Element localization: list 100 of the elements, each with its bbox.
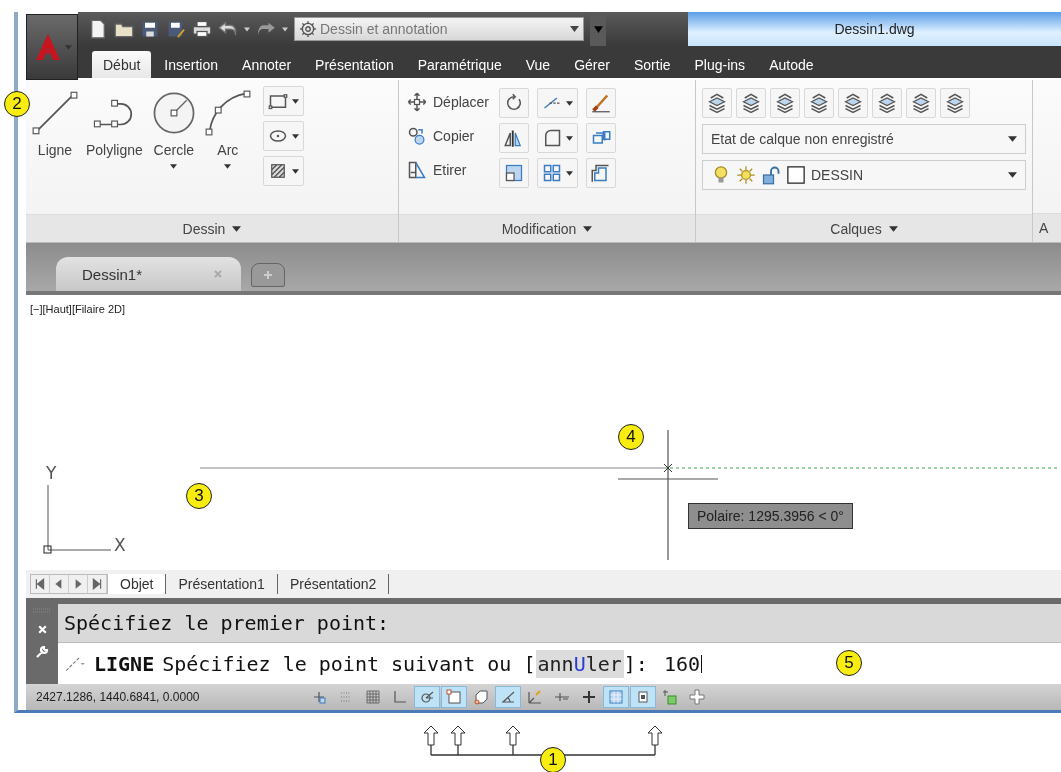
ribbon-tab[interactable]: Présentation — [304, 51, 405, 78]
grid-split-button[interactable] — [537, 158, 579, 188]
ribbon-button[interactable]: Polyligne — [84, 86, 145, 214]
caret-icon — [170, 164, 178, 169]
rotate-button[interactable] — [499, 88, 530, 118]
color-swatch-icon — [786, 165, 806, 185]
window-title: Dessin1.dwg — [834, 21, 915, 37]
caret-icon — [566, 100, 574, 106]
coordinates-readout[interactable]: 2427.1286, 1440.6841, 0.0000 — [26, 690, 306, 704]
status-toggle[interactable] — [414, 686, 440, 708]
layers-button[interactable] — [838, 88, 868, 118]
ucs-axes-drawing — [43, 484, 112, 554]
ribbon-tab[interactable]: Insertion — [153, 51, 230, 78]
caret-icon — [566, 170, 574, 176]
printer-icon[interactable] — [192, 19, 212, 39]
sun-icon — [736, 165, 756, 185]
offset-icon — [591, 163, 612, 183]
application-menu-button[interactable] — [26, 14, 78, 80]
layer-state-dropdown[interactable]: Etat de calque non enregistré — [702, 124, 1026, 154]
save-as-icon[interactable] — [166, 19, 186, 39]
offset-button[interactable] — [586, 158, 617, 188]
layout-tab[interactable]: Objet — [108, 574, 167, 594]
layers-icon — [843, 93, 863, 113]
scale-button[interactable] — [499, 158, 530, 188]
ribbon-button[interactable]: Cercle — [148, 86, 199, 214]
caret-icon — [64, 44, 72, 50]
ribbon-tab[interactable]: Gérer — [563, 51, 621, 78]
panel-title[interactable]: Modification — [399, 214, 695, 242]
ribbon-tab[interactable]: Paramétrique — [406, 51, 513, 78]
panel-title[interactable]: A — [1033, 213, 1061, 242]
fillet-icon — [542, 128, 563, 148]
command-prompt: ]: — [623, 651, 648, 676]
hatch-split-button[interactable] — [262, 156, 304, 186]
status-toggle[interactable] — [441, 686, 467, 708]
command-option[interactable]: annUler — [535, 649, 624, 678]
layers-icon — [877, 93, 897, 113]
new-tab-button[interactable] — [251, 263, 285, 287]
ribbon-tab[interactable]: Plug-ins — [683, 51, 757, 78]
mirror-button[interactable] — [499, 123, 530, 153]
arc-icon — [204, 90, 251, 136]
document-tab[interactable]: Dessin1* — [56, 257, 241, 291]
grid-lines-icon — [365, 689, 381, 705]
panel-title[interactable]: Dessin — [26, 214, 398, 242]
command-name: LIGNE — [94, 651, 155, 676]
layers-icon — [775, 93, 795, 113]
caret-icon[interactable] — [282, 26, 288, 32]
caret-icon — [1008, 136, 1017, 142]
status-toggle[interactable] — [603, 686, 629, 708]
rectangle-icon — [267, 91, 288, 111]
command-history-line: Spécifiez le premier point: — [64, 611, 390, 635]
ribbon-tab[interactable]: Autode — [758, 51, 825, 78]
new-file-icon[interactable] — [88, 19, 108, 39]
ribbon-button[interactable]: Déplacer — [405, 88, 492, 116]
layers-button[interactable] — [702, 88, 732, 118]
ribbon-tab[interactable]: Vue — [514, 51, 562, 78]
wrench-icon[interactable] — [35, 645, 49, 659]
panel-title[interactable]: Calques — [696, 214, 1032, 242]
command-input[interactable]: 160 — [663, 651, 702, 676]
layer-dropdown[interactable]: DESSIN — [702, 160, 1026, 190]
scale-icon — [504, 163, 525, 183]
layers-button[interactable] — [872, 88, 902, 118]
ribbon-tab[interactable]: Début — [92, 51, 152, 78]
layers-icon — [809, 93, 829, 113]
rectangle-split-button[interactable] — [262, 86, 304, 116]
layers-button[interactable] — [804, 88, 834, 118]
caret-icon[interactable] — [244, 26, 250, 32]
ribbon-button[interactable]: Copier — [405, 122, 492, 150]
ribbon-button[interactable]: Etirer — [405, 156, 492, 184]
crosshair-icon — [581, 689, 597, 705]
trim-split-button[interactable] — [537, 88, 579, 118]
layers-button[interactable] — [770, 88, 800, 118]
line-icon[interactable] — [64, 654, 86, 673]
unlocked-padlock-icon — [761, 165, 781, 185]
ribbon-button[interactable]: Ligne — [30, 86, 80, 214]
ribbon-tab[interactable]: Sortie — [622, 51, 682, 78]
viewport-label[interactable]: [−][Haut][Filaire 2D] — [30, 303, 126, 315]
shapes-icon — [662, 689, 678, 705]
layers-button[interactable] — [906, 88, 936, 118]
save-icon[interactable] — [140, 19, 160, 39]
copy-icon — [407, 126, 427, 146]
layers-icon — [741, 93, 761, 113]
status-toggle[interactable] — [495, 686, 521, 708]
ortho-icon — [392, 689, 408, 705]
grid-icon — [542, 163, 563, 183]
brush-icon — [591, 93, 612, 113]
layers-button[interactable] — [940, 88, 970, 118]
box-button[interactable] — [586, 123, 617, 153]
caret-icon — [1008, 172, 1017, 178]
snap-icon — [311, 689, 327, 705]
ribbon-button[interactable]: Arc — [202, 86, 253, 214]
brush-button[interactable] — [586, 88, 617, 118]
pattern-icon — [608, 689, 624, 705]
status-toggle[interactable] — [630, 686, 656, 708]
layers-button[interactable] — [736, 88, 766, 118]
move-icon — [407, 92, 427, 112]
ribbon-tab[interactable]: Annoter — [231, 51, 303, 78]
workspace-dropdown[interactable]: Dessin et annotation — [294, 17, 584, 41]
ellipse-split-button[interactable] — [262, 121, 304, 151]
fillet-split-button[interactable] — [537, 123, 579, 153]
command-prompt: Spécifiez le point suivant ou [ — [162, 651, 536, 676]
